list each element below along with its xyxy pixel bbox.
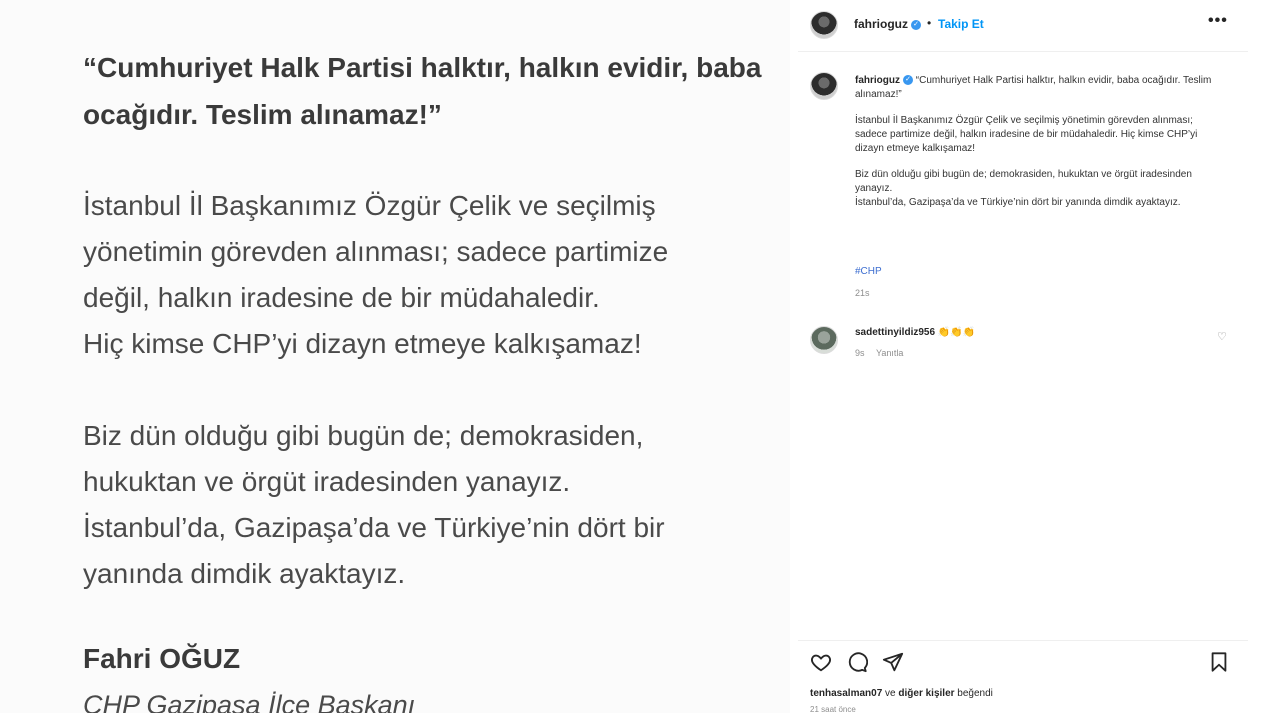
verified-icon: ✓ <box>903 75 913 86</box>
post-line: İstanbul’da, Gazipaşa’da ve Türkiye’nin … <box>83 512 665 543</box>
header-username-text[interactable]: fahrioguz <box>854 17 908 31</box>
commenter-username[interactable]: sadettinyildiz956 <box>855 327 935 338</box>
post-paragraph-1: İstanbul İl Başkanımız Özgür Çelik ve se… <box>83 183 763 367</box>
commenter-avatar[interactable] <box>810 326 838 354</box>
reply-button[interactable]: Yanıtla <box>876 348 903 358</box>
post-line: yanında dimdik ayaktayız. <box>83 558 406 589</box>
signature-title: CHP Gazipaşa İlçe Başkanı <box>83 690 416 713</box>
caption-paragraph-2: Biz dün olduğu gibi bugün de; demokrasid… <box>855 169 1192 194</box>
heart-icon[interactable] <box>810 651 832 673</box>
post-line: hukuktan ve örgüt iradesinden yanayız. <box>83 466 571 497</box>
post-header: fahrioguz ✓ • Takip Et ••• <box>798 0 1248 52</box>
post-line: İstanbul İl Başkanımız Özgür Çelik ve se… <box>83 190 656 221</box>
caption-text: fahrioguz ✓ “Cumhuriyet Halk Partisi halk… <box>855 74 1225 210</box>
comment-time: 9s <box>855 348 865 358</box>
post-date: 21 saat önce <box>810 705 856 713</box>
caption-paragraph-3: İstanbul’da, Gazipaşa’da ve Türkiye’nin … <box>855 197 1181 208</box>
caption-time: 21s <box>855 288 870 298</box>
author-avatar[interactable] <box>810 11 838 39</box>
caption-paragraph-1: İstanbul İl Başkanımız Özgür Çelik ve se… <box>855 115 1198 154</box>
post-quote: “Cumhuriyet Halk Partisi halktır, halkın… <box>83 52 762 130</box>
liked-by-mid: ve <box>882 688 899 699</box>
share-icon[interactable] <box>882 651 904 673</box>
post-line: Hiç kimse CHP’yi dizayn etmeye kalkışama… <box>83 328 642 359</box>
signature-name: Fahri OĞUZ <box>83 643 241 674</box>
liked-by-user[interactable]: tenhasalman07 <box>810 688 882 699</box>
header-separator: • <box>927 16 932 30</box>
comment-icon[interactable] <box>846 651 869 673</box>
post-paragraph-2: Biz dün olduğu gibi bugün de; demokrasid… <box>83 413 763 597</box>
post-side-panel: fahrioguz ✓ • Takip Et ••• fahrioguz ✓ “Cu… <box>798 0 1280 713</box>
post-line: değil, halkın iradesine de bir müdahaled… <box>83 282 600 313</box>
follow-button[interactable]: Takip Et <box>938 17 984 31</box>
header-username[interactable]: fahrioguz ✓ <box>854 17 921 31</box>
post-line: Biz dün olduğu gibi bugün de; demokrasid… <box>83 420 644 451</box>
post-line: yönetimin görevden alınması; sadece part… <box>83 236 669 267</box>
action-bar <box>798 640 1248 685</box>
comment-heart-icon[interactable]: ♡ <box>1217 330 1227 343</box>
likes-summary: tenhasalman07 ve diğer kişiler beğendi <box>810 688 993 699</box>
bookmark-icon[interactable] <box>1208 651 1230 673</box>
more-icon[interactable]: ••• <box>1208 12 1228 30</box>
caption-first-line: fahrioguz ✓ “Cumhuriyet Halk Partisi halk… <box>855 74 1225 102</box>
caption-avatar[interactable] <box>810 72 838 100</box>
comment-item: sadettinyildiz956 👏👏👏 9s Yanıtla ♡ <box>798 318 1248 368</box>
post-image: “Cumhuriyet Halk Partisi halktır, halkın… <box>0 0 790 713</box>
hashtag-link[interactable]: #CHP <box>855 266 882 277</box>
verified-icon: ✓ <box>911 19 921 30</box>
liked-by-suffix: beğendi <box>954 688 993 699</box>
caption-username[interactable]: fahrioguz <box>855 75 900 86</box>
liked-by-others[interactable]: diğer kişiler <box>898 688 954 699</box>
comment-text: 👏👏👏 <box>937 327 976 338</box>
comment-line: sadettinyildiz956 👏👏👏 <box>855 327 975 338</box>
